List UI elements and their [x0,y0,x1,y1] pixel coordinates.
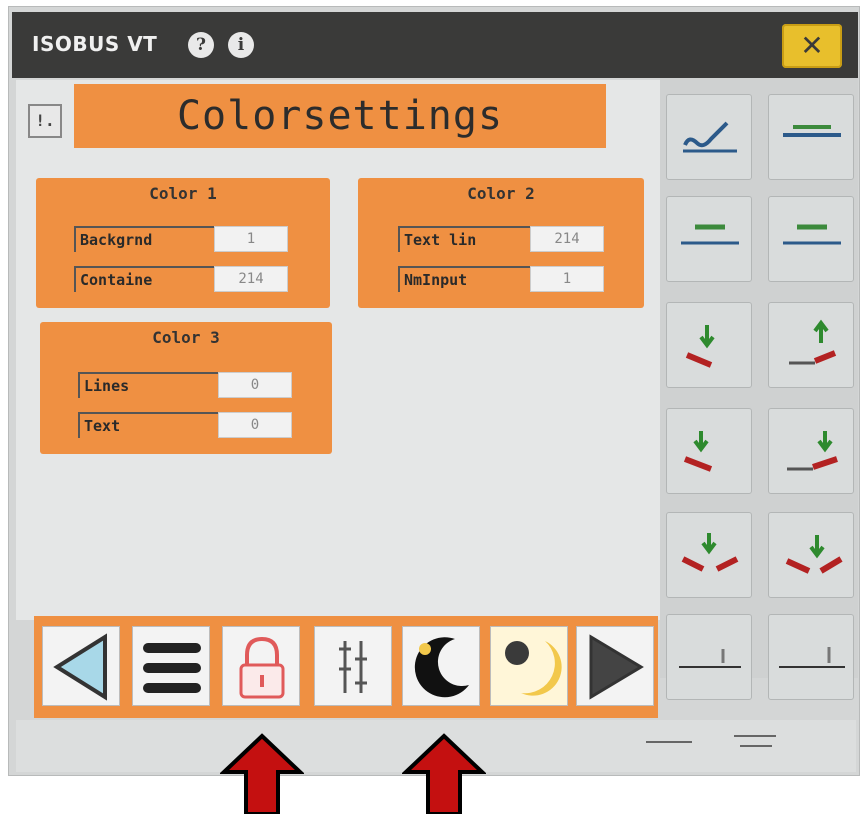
field-value[interactable]: 1 [530,266,604,292]
lines-color-field[interactable]: Lines 0 [78,372,292,398]
numeric-input-color-field[interactable]: NmInput 1 [398,266,604,292]
right-section-up-icon[interactable] [768,302,854,388]
field-label: Containe [74,266,214,292]
info-button[interactable]: !. [28,104,62,138]
title-bar: ISOBUS VT ? i ✕ [12,12,858,78]
field-value[interactable]: 214 [214,266,288,292]
left-height-gauge-icon[interactable] [666,614,752,700]
color-1-panel: Color 1 Backgrnd 1 Containe 214 [36,178,330,308]
sort-toggle-icon[interactable] [314,626,392,706]
field-value[interactable]: 1 [214,226,288,252]
field-label: Backgrnd [74,226,214,252]
night-mode-pointer [400,732,488,816]
night-mode-icon[interactable] [402,626,480,706]
previous-page-icon[interactable] [42,626,120,706]
color-2-panel: Color 2 Text lin 214 NmInput 1 [358,178,644,308]
field-value[interactable]: 0 [218,372,292,398]
left-section-lower-icon[interactable] [666,408,752,494]
lock-button-pointer [218,732,306,816]
field-label: Lines [78,372,218,398]
menu-icon[interactable] [132,626,210,706]
question-circle-icon[interactable]: ? [188,32,214,58]
page-title: Colorsettings [74,84,606,148]
right-height-gauge-icon[interactable] [768,614,854,700]
text-line-color-field[interactable]: Text lin 214 [398,226,604,252]
both-sections-fold-icon[interactable] [768,512,854,598]
background-color-field[interactable]: Backgrnd 1 [74,226,288,252]
panel-title: Color 3 [152,328,220,347]
field-value[interactable]: 0 [218,412,292,438]
field-value[interactable]: 214 [530,226,604,252]
next-page-icon[interactable] [576,626,654,706]
field-label: Text [78,412,218,438]
day-mode-icon[interactable] [490,626,568,706]
both-sections-down-icon[interactable] [666,512,752,598]
field-label: NmInput [398,266,530,292]
text-color-field[interactable]: Text 0 [78,412,292,438]
color-3-panel: Color 3 Lines 0 Text 0 [40,322,332,454]
left-section-down-icon[interactable] [666,302,752,388]
check-signature-icon[interactable] [666,94,752,180]
boom-level-right-icon[interactable] [768,196,854,282]
panel-title: Color 1 [149,184,217,203]
close-button[interactable]: ✕ [782,24,842,68]
boom-flat-icon[interactable] [768,94,854,180]
lock-icon[interactable] [222,626,300,706]
field-label: Text lin [398,226,530,252]
right-section-lower-icon[interactable] [768,408,854,494]
window-title: ISOBUS VT [32,32,158,56]
info-circle-icon[interactable]: i [228,32,254,58]
boom-level-left-icon[interactable] [666,196,752,282]
container-color-field[interactable]: Containe 214 [74,266,288,292]
panel-title: Color 2 [467,184,535,203]
